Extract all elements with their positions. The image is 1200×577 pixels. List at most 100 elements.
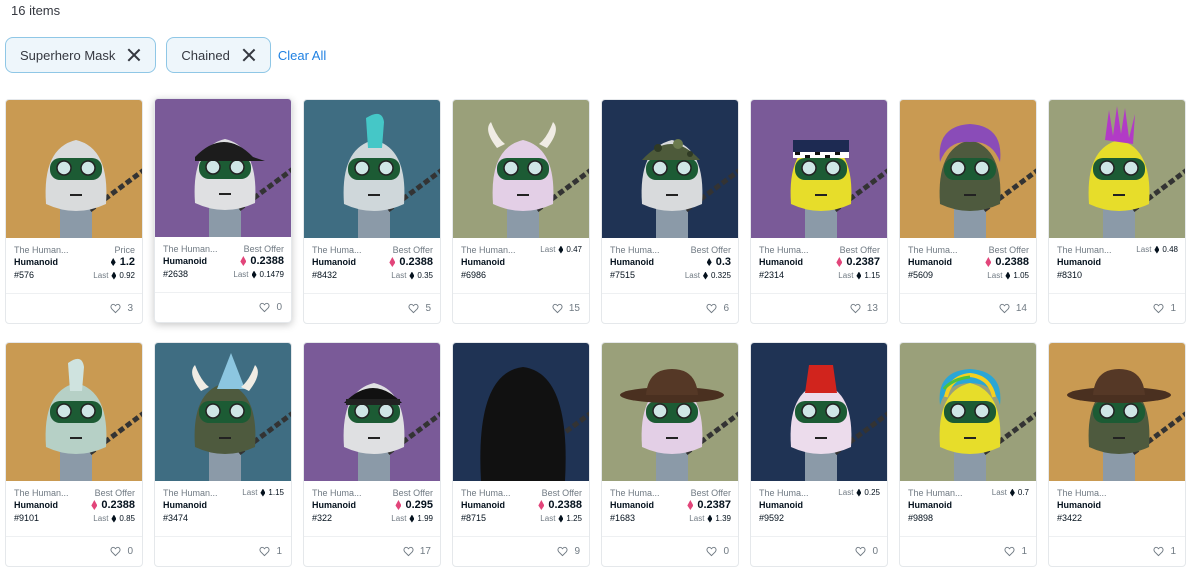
nft-image[interactable] — [602, 100, 738, 238]
nft-meta: The Huma... Humanoid #1683 — [610, 488, 660, 523]
nft-image[interactable] — [304, 343, 440, 481]
price-block: Last 0.7 — [992, 488, 1029, 497]
collection-name[interactable]: The Human... — [14, 245, 69, 255]
nft-card[interactable]: The Huma... Humanoid #5609 Best Offer 0.… — [899, 99, 1037, 324]
collection-name[interactable]: The Human... — [908, 488, 963, 498]
nft-card[interactable]: The Human... Humanoid #9101 Best Offer 0… — [5, 342, 143, 567]
collection-name[interactable]: The Human... — [461, 245, 516, 255]
collection-name[interactable]: The Huma... — [610, 245, 660, 255]
clear-all-link[interactable]: Clear All — [278, 48, 326, 63]
nft-card[interactable]: The Huma... Humanoid #9592 Last 0.25 0 — [750, 342, 888, 567]
nft-card[interactable]: The Huma... Humanoid #2314 Best Offer 0.… — [750, 99, 888, 324]
heart-icon[interactable] — [850, 303, 861, 314]
close-icon[interactable] — [127, 48, 141, 62]
nft-name: Humanoid — [759, 257, 803, 267]
nft-image[interactable] — [751, 100, 887, 238]
filter-chip-superhero-mask[interactable]: Superhero Mask — [5, 37, 157, 73]
nft-image[interactable] — [900, 100, 1036, 238]
nft-artwork — [751, 100, 887, 238]
heart-icon[interactable] — [552, 303, 563, 314]
heart-icon[interactable] — [1153, 303, 1164, 314]
price-amount: 0.2388 — [995, 256, 1029, 268]
nft-meta: The Huma... Humanoid #322 — [312, 488, 362, 523]
nft-image[interactable] — [453, 343, 589, 481]
heart-icon[interactable] — [1004, 546, 1015, 557]
heart-icon[interactable] — [408, 303, 419, 314]
nft-meta: The Huma... Humanoid #3422 — [1057, 488, 1107, 523]
nft-info: The Human... Humanoid #6986 Last 0.47 — [453, 238, 589, 294]
price-block: Best Offer 0.2388 Last 0.85 — [91, 488, 135, 523]
eth-icon — [1005, 271, 1011, 280]
heart-icon[interactable] — [259, 546, 270, 557]
nft-card[interactable]: The Huma... Humanoid #8715 Best Offer 0.… — [452, 342, 590, 567]
close-icon[interactable] — [242, 48, 256, 62]
collection-name[interactable]: The Huma... — [759, 488, 809, 498]
collection-name[interactable]: The Huma... — [908, 245, 958, 255]
eth-icon — [558, 514, 564, 523]
collection-name[interactable]: The Human... — [163, 244, 218, 254]
price-block: Last 0.25 — [838, 488, 880, 497]
price-value: 0.2387 — [687, 499, 731, 511]
last-sale: Last 0.35 — [389, 271, 433, 280]
nft-image[interactable] — [304, 100, 440, 238]
nft-card[interactable]: The Human... Humanoid #2638 Best Offer 0… — [154, 98, 292, 323]
nft-card[interactable]: The Huma... Humanoid #1683 Best Offer 0.… — [601, 342, 739, 567]
filter-chip-chained[interactable]: Chained — [166, 37, 271, 73]
collection-name[interactable]: The Human... — [1057, 245, 1112, 255]
nft-card[interactable]: The Human... Humanoid #3474 Last 1.15 1 — [154, 342, 292, 567]
nft-card[interactable]: The Huma... Humanoid #3422 1 — [1048, 342, 1186, 567]
nft-image[interactable] — [6, 100, 142, 238]
nft-card[interactable]: The Huma... Humanoid #7515 Best Offer 0.… — [601, 99, 739, 324]
nft-card[interactable]: The Huma... Humanoid #8432 Best Offer 0.… — [303, 99, 441, 324]
heart-icon[interactable] — [557, 546, 568, 557]
collection-name[interactable]: The Huma... — [610, 488, 660, 498]
collection-name[interactable]: The Huma... — [759, 245, 809, 255]
price-block: Best Offer 0.3 Last 0.325 — [685, 245, 731, 280]
eth-icon — [409, 271, 415, 280]
nft-meta: The Huma... Humanoid #7515 — [610, 245, 660, 280]
heart-icon[interactable] — [1153, 546, 1164, 557]
nft-image[interactable] — [453, 100, 589, 238]
heart-icon[interactable] — [259, 302, 270, 313]
heart-icon[interactable] — [110, 303, 121, 314]
nft-card[interactable]: The Human... Humanoid #576 Price 1.2 Las… — [5, 99, 143, 324]
card-footer: 15 — [453, 293, 589, 323]
eth-icon — [260, 488, 266, 497]
last-sale: Last 0.47 — [540, 245, 582, 254]
nft-image[interactable] — [751, 343, 887, 481]
heart-icon[interactable] — [855, 546, 866, 557]
nft-card[interactable]: The Human... Humanoid #8310 Last 0.48 1 — [1048, 99, 1186, 324]
nft-image[interactable] — [1049, 100, 1185, 238]
price-block: Best Offer 0.2388 Last 0.1479 — [233, 244, 284, 279]
heart-icon[interactable] — [706, 546, 717, 557]
nft-card[interactable]: The Human... Humanoid #6986 Last 0.47 15 — [452, 99, 590, 324]
nft-image[interactable] — [155, 99, 291, 237]
nft-image[interactable] — [6, 343, 142, 481]
heart-icon[interactable] — [110, 546, 121, 557]
nft-image[interactable] — [900, 343, 1036, 481]
last-amount: 1.15 — [268, 488, 284, 497]
filter-chip-label: Superhero Mask — [20, 47, 116, 63]
last-amount: 0.47 — [566, 245, 582, 254]
nft-image[interactable] — [1049, 343, 1185, 481]
nft-card[interactable]: The Huma... Humanoid #322 Best Offer 0.2… — [303, 342, 441, 567]
price-label: Best Offer — [988, 245, 1029, 255]
last-amount: 0.25 — [864, 488, 880, 497]
collection-name[interactable]: The Huma... — [461, 488, 511, 498]
heart-icon[interactable] — [706, 303, 717, 314]
nft-card[interactable]: The Human... Humanoid #9898 Last 0.7 1 — [899, 342, 1037, 567]
heart-icon[interactable] — [403, 546, 414, 557]
nft-image[interactable] — [155, 343, 291, 481]
heart-icon[interactable] — [999, 303, 1010, 314]
last-sale: Last 0.325 — [685, 271, 731, 280]
collection-name[interactable]: The Human... — [163, 488, 218, 498]
collection-name[interactable]: The Human... — [14, 488, 69, 498]
last-label: Last — [93, 271, 109, 280]
price-label: Best Offer — [392, 245, 433, 255]
nft-image[interactable] — [602, 343, 738, 481]
nft-artwork — [602, 343, 738, 481]
collection-name[interactable]: The Huma... — [1057, 488, 1107, 498]
last-amount: 0.325 — [710, 271, 731, 280]
collection-name[interactable]: The Huma... — [312, 488, 362, 498]
collection-name[interactable]: The Huma... — [312, 245, 362, 255]
